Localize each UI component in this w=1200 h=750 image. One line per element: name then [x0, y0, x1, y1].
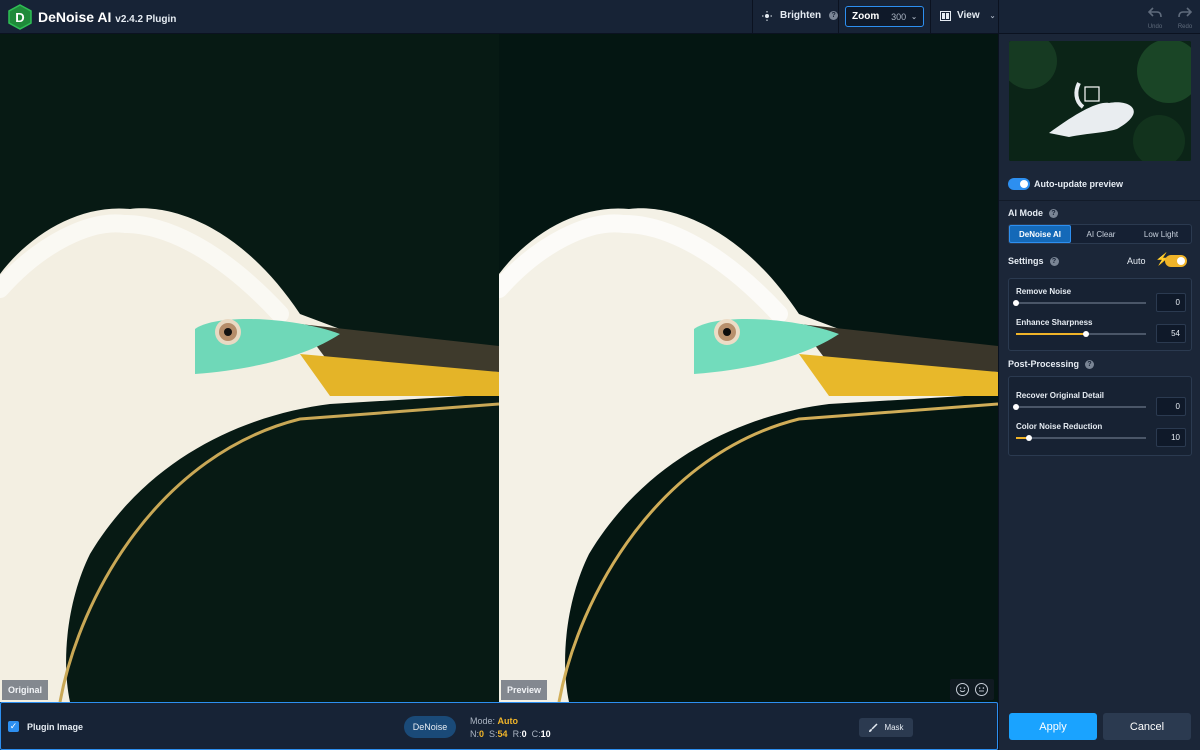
help-icon[interactable]: ? — [1049, 256, 1059, 266]
auto-label: Auto — [1127, 256, 1146, 266]
header-divider — [998, 0, 999, 34]
mask-button[interactable]: Mask — [859, 718, 913, 737]
svg-text:D: D — [15, 10, 24, 25]
mode-info: Mode: Auto N:0 S:54 R:0 C:10 — [470, 715, 551, 741]
thumbnail-image — [1009, 41, 1191, 161]
preview-pane[interactable]: Preview — [499, 34, 998, 702]
navigator-thumbnail[interactable] — [1009, 41, 1191, 161]
slider-knob[interactable] — [1083, 331, 1090, 337]
header-divider — [752, 0, 753, 34]
c-value: 10 — [540, 729, 551, 739]
auto-settings-toggle[interactable] — [1165, 255, 1187, 267]
color-noise-value[interactable]: 10 — [1156, 428, 1186, 447]
apply-button[interactable]: Apply — [1009, 713, 1097, 740]
zoom-label: Zoom — [852, 11, 880, 22]
denoise-button[interactable]: DeNoise — [404, 716, 456, 738]
auto-update-label: Auto-update preview — [1034, 179, 1124, 189]
brighten-label: Brighten — [780, 10, 822, 21]
plugin-image-checkbox[interactable]: ✓ — [8, 721, 19, 732]
header-divider — [838, 0, 839, 34]
auto-update-toggle[interactable] — [1008, 178, 1030, 190]
color-noise-label: Color Noise Reduction — [1016, 422, 1103, 431]
slider-knob[interactable] — [1013, 404, 1019, 410]
header-bar: D DeNoise AI v2.4.2 Plugin Brighten ? Zo… — [0, 0, 1200, 34]
undo-icon — [1147, 7, 1162, 18]
recover-detail-value[interactable]: 0 — [1156, 397, 1186, 416]
egret-original-image — [0, 34, 499, 702]
n-value: 0 — [479, 729, 485, 739]
enhance-sharpness-slider[interactable] — [1016, 331, 1146, 337]
undo-label: Undo — [1147, 24, 1163, 30]
zoom-value: 300 — [891, 11, 907, 22]
original-label: Original — [2, 680, 49, 700]
original-pane[interactable]: Original — [0, 34, 499, 702]
settings-sidebar: Auto-update preview AI Mode? DeNoise AI … — [998, 34, 1200, 750]
r-value: 0 — [521, 729, 527, 739]
enhance-sharpness-label: Enhance Sharpness — [1016, 318, 1093, 327]
slider-fill — [1016, 333, 1087, 335]
app-version: v2.4.2 Plugin — [115, 14, 177, 25]
post-processing-title: Post-Processing? — [1008, 359, 1095, 369]
slider-knob[interactable] — [1013, 300, 1019, 306]
mode-value: Auto — [497, 716, 519, 726]
s-value: 54 — [497, 729, 508, 739]
recover-detail-slider[interactable] — [1013, 404, 1146, 410]
app-logo-icon: D — [8, 4, 32, 30]
mask-label: Mask — [884, 723, 904, 732]
help-icon[interactable]: ? — [1049, 208, 1058, 218]
zoom-select[interactable]: Zoom 300 ⌄ — [845, 6, 924, 27]
mode-denoise-ai-button[interactable]: DeNoise AI — [1009, 225, 1071, 243]
view-label: View — [957, 10, 980, 21]
remove-noise-value[interactable]: 0 — [1156, 293, 1186, 312]
redo-label: Redo — [1177, 24, 1193, 30]
redo-icon — [1178, 7, 1193, 18]
bottom-bar: ✓ Plugin Image DeNoise Mode: Auto N:0 S:… — [0, 702, 998, 750]
egret-preview-image — [499, 34, 998, 702]
chevron-down-icon: ⌄ — [989, 12, 996, 20]
ai-mode-title-text: AI Mode — [1008, 208, 1043, 218]
c-label: C: — [531, 729, 541, 739]
chevron-down-icon: ⌄ — [911, 13, 917, 21]
cancel-button[interactable]: Cancel — [1103, 713, 1191, 740]
sun-icon — [762, 10, 772, 21]
recover-detail-label: Recover Original Detail — [1016, 391, 1105, 400]
split-view-icon — [940, 10, 951, 21]
image-viewer[interactable]: Original Preview — [0, 34, 998, 702]
neutral-face-icon[interactable] — [975, 683, 988, 696]
remove-noise-label: Remove Noise — [1016, 287, 1072, 296]
s-label: S: — [489, 729, 498, 739]
ai-mode-title: AI Mode? — [1008, 208, 1058, 218]
plugin-image-label: Plugin Image — [27, 722, 84, 732]
preview-label: Preview — [501, 680, 548, 700]
mode-ai-clear-button[interactable]: AI Clear — [1071, 225, 1131, 243]
brighten-button[interactable]: Brighten ? — [762, 10, 839, 21]
settings-panel: Remove Noise 0 Enhance Sharpness 54 — [1008, 278, 1192, 351]
settings-title-text: Settings — [1008, 256, 1044, 266]
ai-mode-segmented-control: DeNoise AI AI Clear Low Light — [1008, 224, 1192, 244]
mode-low-light-button[interactable]: Low Light — [1131, 225, 1191, 243]
post-processing-panel: Recover Original Detail 0 Color Noise Re… — [1008, 376, 1192, 456]
view-menu-button[interactable]: View ⌄ — [940, 10, 995, 21]
remove-noise-slider[interactable] — [1013, 300, 1146, 306]
undo-button[interactable]: Undo — [1143, 5, 1167, 30]
feedback-buttons — [950, 679, 994, 700]
help-icon[interactable]: ? — [829, 11, 839, 20]
header-divider — [930, 0, 931, 34]
brush-icon — [869, 722, 878, 732]
redo-button[interactable]: Redo — [1173, 5, 1197, 30]
divider — [999, 200, 1200, 201]
slider-knob[interactable] — [1026, 435, 1032, 441]
mode-prefix: Mode: — [470, 716, 496, 726]
settings-title: Settings? — [1008, 256, 1059, 266]
n-label: N: — [470, 729, 479, 739]
denoise-app: D DeNoise AI v2.4.2 Plugin Brighten ? Zo… — [0, 0, 1200, 750]
enhance-sharpness-value[interactable]: 54 — [1156, 324, 1186, 343]
color-noise-slider[interactable] — [1016, 435, 1146, 441]
help-icon[interactable]: ? — [1085, 359, 1095, 369]
app-name: DeNoise AI — [38, 9, 112, 25]
app-title: DeNoise AI v2.4.2 Plugin — [38, 9, 176, 25]
r-label: R: — [512, 729, 522, 739]
post-title-text: Post-Processing — [1008, 359, 1080, 369]
happy-face-icon[interactable] — [956, 683, 969, 696]
